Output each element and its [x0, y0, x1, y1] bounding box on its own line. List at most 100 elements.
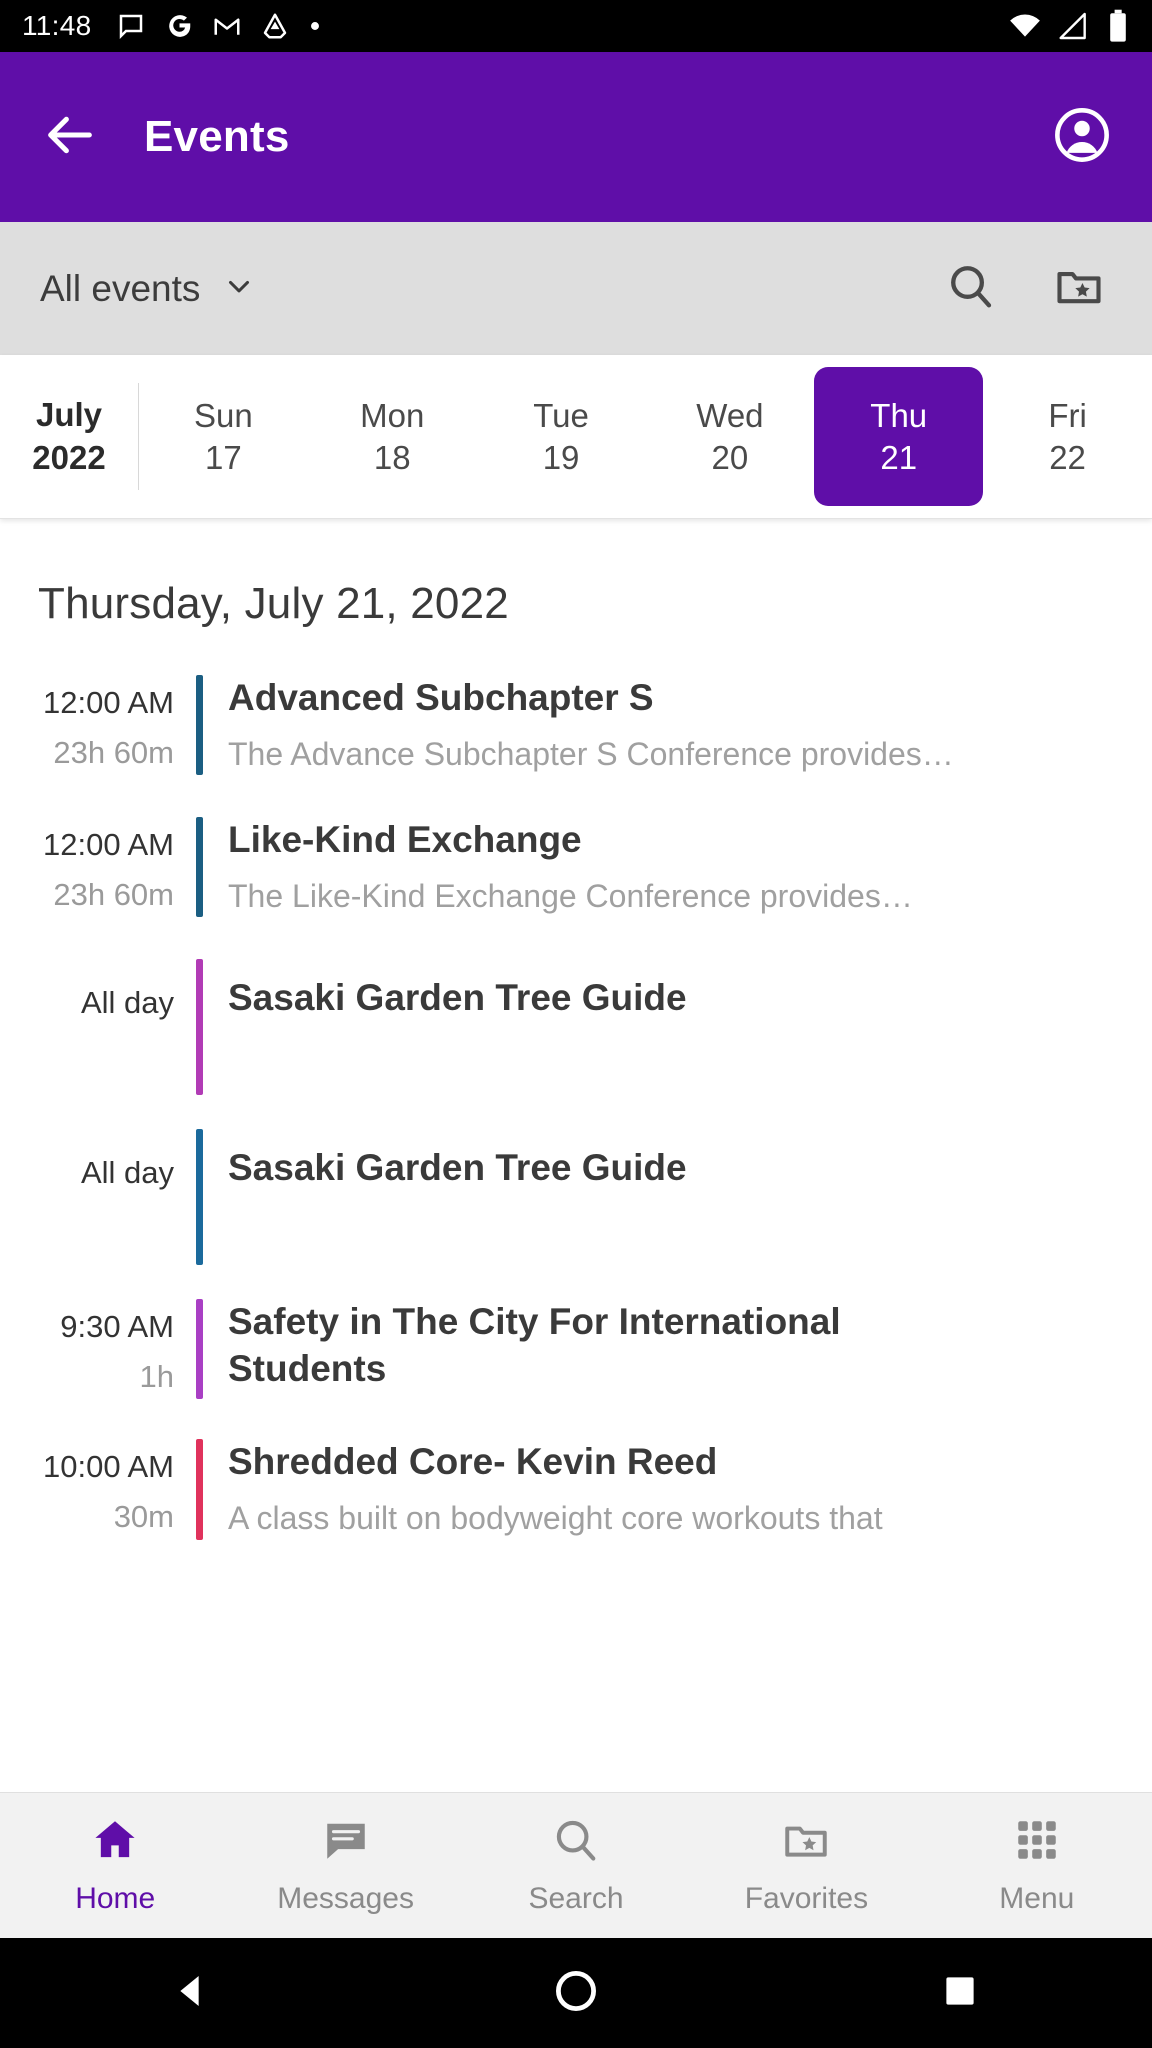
search-button[interactable]	[938, 256, 1004, 322]
event-start-time: 10:00 AM	[43, 1449, 174, 1485]
selected-date-heading: Thursday, July 21, 2022	[38, 579, 509, 628]
nav-item-menu[interactable]: Menu	[922, 1815, 1152, 1916]
status-bar: 11:48	[0, 0, 1152, 52]
system-home-button[interactable]	[531, 1938, 621, 2048]
event-time: 12:00 AM 23h 60m	[0, 675, 196, 775]
square-recents-icon	[941, 1972, 979, 2015]
app-bar: Events	[0, 52, 1152, 222]
event-row[interactable]: 9:30 AM 1h Safety in The City For Intern…	[0, 1299, 1152, 1400]
event-duration: 1h	[139, 1359, 174, 1395]
day-name: Fri	[1048, 396, 1087, 434]
event-body: Advanced Subchapter S The Advance Subcha…	[203, 675, 1152, 775]
event-row[interactable]: 12:00 AM 23h 60m Like-Kind Exchange The …	[0, 817, 1152, 918]
day-cell-thu[interactable]: Thu 21	[814, 367, 984, 506]
day-cell-wed[interactable]: Wed 20	[645, 367, 814, 506]
filter-bar: All events	[0, 222, 1152, 355]
event-body: Sasaki Garden Tree Guide	[203, 959, 1152, 1095]
event-list-scroll-area[interactable]: Thursday, July 21, 2022 12:00 AM 23h 60m…	[0, 519, 1152, 1832]
event-start-time: All day	[80, 985, 174, 1021]
event-body: Safety in The City For International Stu…	[203, 1299, 1152, 1399]
event-start-time: 9:30 AM	[60, 1309, 174, 1345]
messages-icon	[321, 1815, 371, 1870]
event-row[interactable]: All day Sasaki Garden Tree Guide	[0, 1129, 1152, 1266]
status-time: 11:48	[22, 10, 92, 41]
google-icon	[164, 11, 194, 41]
filter-actions	[938, 256, 1112, 322]
day-name: Wed	[696, 396, 764, 434]
search-icon	[551, 1815, 601, 1870]
week-date-strip: July 2022 Sun 17 Mon 18 Tue 19 Wed 20 Th…	[0, 355, 1152, 519]
bottom-navigation: Home Messages Search Favorites Menu	[0, 1792, 1152, 1938]
day-name: Thu	[870, 396, 928, 434]
event-title: Like-Kind Exchange	[228, 819, 582, 861]
day-name: Sun	[194, 396, 253, 434]
gmail-icon	[212, 11, 242, 41]
wifi-icon	[1008, 9, 1042, 43]
nav-item-favorites[interactable]: Favorites	[691, 1815, 921, 1916]
event-filter-label: All events	[40, 267, 201, 309]
event-description: A class built on bodyweight core workout…	[228, 1500, 883, 1537]
day-name: Mon	[360, 396, 425, 434]
month-name: July	[35, 396, 103, 434]
event-start-time: 12:00 AM	[43, 685, 174, 720]
nav-label: Home	[75, 1882, 156, 1915]
folder-star-icon	[1053, 260, 1105, 317]
home-icon	[90, 1815, 140, 1870]
day-cell-fri[interactable]: Fri 22	[983, 367, 1152, 506]
event-row[interactable]: 10:00 AM 30m Shredded Core- Kevin Reed A…	[0, 1439, 1152, 1540]
back-button[interactable]	[34, 101, 106, 173]
event-filter-dropdown[interactable]: All events	[40, 268, 256, 310]
drive-icon	[260, 11, 290, 41]
status-bar-left: 11:48	[22, 10, 322, 42]
messages-icon	[116, 11, 146, 41]
event-start-time: 12:00 AM	[43, 827, 174, 863]
search-icon	[945, 260, 997, 317]
system-recents-button[interactable]	[915, 1938, 1005, 2048]
event-color-bar	[196, 817, 203, 918]
event-list: 12:00 AM 23h 60m Advanced Subchapter S T…	[0, 629, 1152, 1540]
day-number: 21	[880, 438, 918, 476]
week-month-label: July 2022	[0, 355, 138, 518]
nav-item-search[interactable]: Search	[461, 1815, 691, 1916]
battery-icon	[1106, 9, 1130, 43]
event-title: Sasaki Garden Tree Guide	[228, 977, 687, 1019]
favorites-button[interactable]	[1046, 256, 1112, 322]
event-body: Shredded Core- Kevin Reed A class built …	[203, 1439, 1152, 1539]
nav-label: Search	[528, 1882, 624, 1915]
day-cell-sun[interactable]: Sun 17	[139, 367, 308, 506]
status-bar-right	[1008, 9, 1130, 43]
year-number: 2022	[32, 438, 106, 476]
event-description: The Advance Subchapter S Conference prov…	[228, 735, 954, 772]
event-duration: 30m	[113, 1499, 174, 1535]
event-time: All day	[0, 1129, 196, 1265]
circle-home-icon	[554, 1969, 598, 2018]
day-number: 19	[542, 438, 580, 476]
nav-label: Menu	[999, 1882, 1075, 1915]
account-button[interactable]	[1046, 101, 1118, 173]
event-time: All day	[0, 959, 196, 1095]
nav-item-messages[interactable]: Messages	[230, 1815, 460, 1916]
event-body: Sasaki Garden Tree Guide	[203, 1129, 1152, 1265]
system-back-button[interactable]	[147, 1938, 237, 2048]
event-body: Like-Kind Exchange The Like-Kind Exchang…	[203, 817, 1152, 917]
event-color-bar	[196, 675, 203, 776]
dot-icon	[308, 19, 322, 33]
account-circle-icon	[1053, 106, 1111, 169]
system-navigation-bar	[0, 1938, 1152, 2048]
day-cell-tue[interactable]: Tue 19	[477, 367, 646, 506]
back-arrow-icon	[41, 106, 99, 169]
event-row[interactable]: 12:00 AM 23h 60m Advanced Subchapter S T…	[0, 675, 1152, 776]
page-title: Events	[144, 112, 290, 161]
day-cell-mon[interactable]: Mon 18	[308, 367, 477, 506]
cell-signal-icon	[1058, 10, 1090, 42]
nav-item-home[interactable]: Home	[0, 1815, 230, 1916]
day-number: 18	[373, 438, 411, 476]
event-duration: 23h 60m	[53, 877, 174, 913]
grid-menu-icon	[1012, 1815, 1062, 1870]
day-number: 17	[205, 438, 242, 476]
day-name: Tue	[533, 396, 589, 434]
event-time: 9:30 AM 1h	[0, 1299, 196, 1399]
event-color-bar	[196, 1439, 203, 1540]
event-row[interactable]: All day Sasaki Garden Tree Guide	[0, 959, 1152, 1096]
event-start-time: All day	[80, 1155, 174, 1191]
